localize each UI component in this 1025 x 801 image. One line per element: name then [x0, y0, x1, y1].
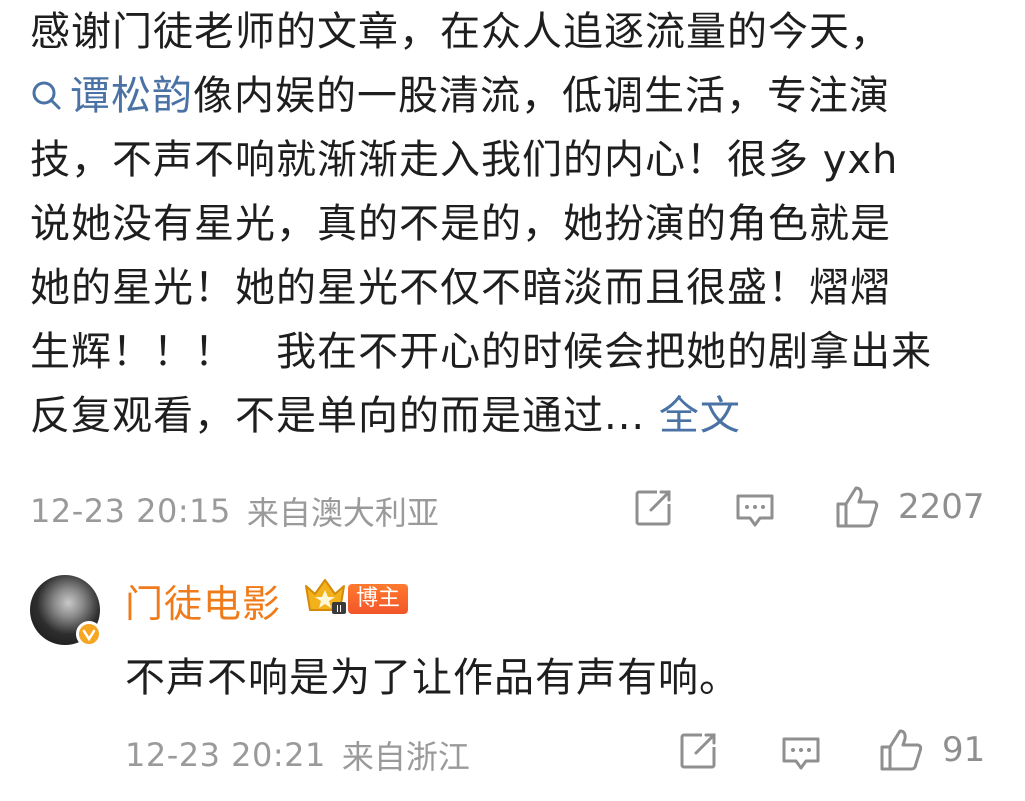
- search-icon: [32, 81, 61, 110]
- reply-meta: 12-23 20:21 来自浙江: [125, 732, 470, 778]
- topic-link[interactable]: 谭松韵: [30, 73, 193, 119]
- comment-line-7-text: 反复观看，不是单向的而是通过...: [30, 393, 646, 439]
- comment-icon: [782, 737, 820, 770]
- host-badge: 博主: [348, 584, 409, 614]
- comment-time: 12-23 20:15: [30, 492, 231, 530]
- topic-link-label[interactable]: 谭松韵: [70, 73, 193, 119]
- comment-source: 来自澳大利亚: [246, 494, 439, 532]
- comment-line-5: 她的星光！她的星光不仅不暗淡而且很盛！熠熠: [30, 265, 891, 311]
- reply-share-button[interactable]: [678, 731, 718, 771]
- reply-source: 来自浙江: [341, 738, 470, 776]
- comment-line-2-rest: 像内娱的一股清流，低调生活，专注演: [193, 73, 890, 119]
- verified-badge-icon: [76, 621, 102, 647]
- like-button[interactable]: 2207: [834, 484, 985, 530]
- share-icon: [635, 490, 671, 526]
- comment-line-7: 反复观看，不是单向的而是通过... 全文: [30, 384, 990, 448]
- thumbs-up-icon: [836, 486, 879, 528]
- avatar[interactable]: [30, 575, 102, 647]
- full-text-link[interactable]: 全文: [659, 393, 741, 439]
- reply-like-count: 91: [942, 730, 986, 770]
- reply-like-button[interactable]: 91: [878, 727, 985, 773]
- comment-line-6: 生辉！！！ 我在不开心的时候会把她的剧拿出来: [30, 329, 933, 375]
- comment-line-3: 技，不声不响就渐渐走入我们的内心！很多 yxh: [30, 137, 899, 183]
- reply-text: 不声不响是为了让作品有声有响。: [125, 655, 740, 701]
- comment-line-1: 感谢门徒老师的文章，在众人追逐流量的今天，: [30, 9, 891, 55]
- comment-text: 感谢门徒老师的文章，在众人追逐流量的今天， 谭松韵像内娱的一股清流，低调生活，专…: [30, 0, 990, 448]
- comment-meta: 12-23 20:15 来自澳大利亚: [30, 488, 439, 534]
- share-icon: [680, 733, 716, 769]
- comment-button[interactable]: [734, 490, 776, 530]
- comment-line-4: 说她没有星光，真的不是的，她扮演的角色就是: [30, 201, 891, 247]
- reply-author[interactable]: 门徒电影: [125, 573, 281, 628]
- reply-comment-button[interactable]: [780, 733, 822, 773]
- thumbs-up-icon: [880, 729, 923, 771]
- svg-text:II: II: [336, 604, 342, 615]
- crown-icon: II: [305, 579, 346, 615]
- reply-time: 12-23 20:21: [125, 736, 326, 774]
- comment-icon: [736, 494, 774, 527]
- share-button[interactable]: [633, 488, 673, 528]
- like-count: 2207: [898, 487, 985, 527]
- comment-line-2: 谭松韵像内娱的一股清流，低调生活，专注演: [30, 64, 990, 128]
